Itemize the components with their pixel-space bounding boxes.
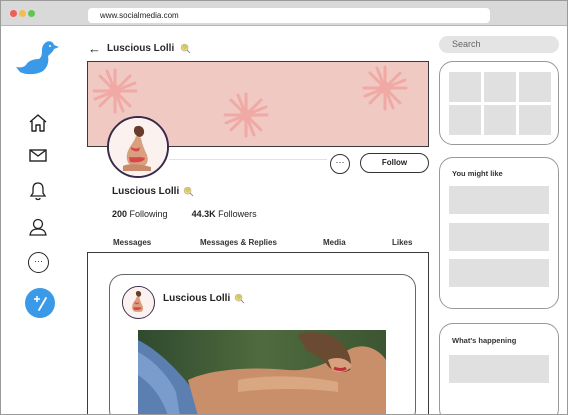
close-window-button[interactable] (10, 10, 17, 17)
media-grid-panel (439, 61, 559, 145)
browser-titlebar: www.socialmedia.com (1, 1, 567, 26)
post-author-avatar[interactable] (122, 286, 155, 319)
flower-decoration-icon (362, 65, 408, 111)
media-thumbnail[interactable] (519, 72, 551, 102)
avatar-illustration (123, 287, 153, 317)
left-navigation: ··· (1, 27, 76, 414)
bell-icon[interactable] (28, 181, 48, 201)
suggestion-item[interactable] (449, 259, 549, 287)
post-author-name[interactable]: Luscious Lolli (163, 293, 230, 304)
whats-happening-title: What's happening (452, 336, 517, 345)
profile-name-row: Luscious Lolli (112, 186, 194, 197)
following-label: Following (129, 209, 168, 219)
profile-tabs: Messages Messages & Replies Media Likes (113, 238, 413, 252)
lollipop-icon (235, 293, 245, 304)
compose-icon (34, 296, 47, 311)
whats-happening-panel: What's happening (439, 323, 559, 414)
flower-decoration-icon (223, 92, 269, 138)
trend-item[interactable] (449, 355, 549, 383)
profile-icon[interactable] (28, 217, 48, 237)
header-profile-name: Luscious Lolli (107, 42, 175, 54)
tab-messages[interactable]: Messages (113, 238, 151, 247)
post-illustration (138, 330, 386, 414)
tab-media[interactable]: Media (323, 238, 346, 247)
tab-likes[interactable]: Likes (392, 238, 412, 247)
lollipop-icon (181, 43, 191, 53)
media-thumbnail[interactable] (449, 72, 481, 102)
followers-count: 44.3K (191, 209, 216, 219)
you-might-like-panel: You might like (439, 157, 559, 309)
search-input[interactable]: Search (439, 36, 559, 53)
media-thumbnail[interactable] (484, 105, 516, 135)
profile-name: Luscious Lolli (112, 186, 180, 197)
compose-button[interactable] (25, 288, 55, 318)
duck-logo-icon[interactable] (15, 37, 59, 77)
profile-avatar[interactable] (107, 116, 169, 178)
mail-icon[interactable] (28, 145, 48, 165)
maximize-window-button[interactable] (28, 10, 35, 17)
browser-window: www.socialmedia.com ··· ← Luscious Lolli… (0, 0, 568, 415)
followers-label: Followers (218, 209, 257, 219)
back-arrow-icon[interactable]: ← (88, 41, 101, 56)
flower-decoration-icon (92, 68, 138, 114)
following-stat[interactable]: 200 Following (112, 209, 168, 219)
follow-button[interactable]: Follow (360, 153, 429, 173)
suggestion-item[interactable] (449, 223, 549, 251)
avatar-illustration (109, 118, 167, 176)
suggestion-item[interactable] (449, 186, 549, 214)
address-bar[interactable]: www.socialmedia.com (88, 8, 490, 23)
post-author-row: Luscious Lolli (163, 293, 245, 304)
divider (169, 159, 327, 160)
media-thumbnail[interactable] (449, 105, 481, 135)
tab-messages-replies[interactable]: Messages & Replies (200, 238, 277, 247)
you-might-like-title: You might like (452, 169, 503, 178)
more-icon[interactable]: ··· (28, 252, 49, 273)
profile-stats: 200 Following 44.3K Followers (112, 209, 257, 219)
media-thumbnail[interactable] (519, 105, 551, 135)
following-count: 200 (112, 209, 128, 219)
post-image[interactable] (138, 330, 386, 414)
lollipop-icon (184, 186, 194, 197)
profile-header: ← Luscious Lolli (88, 38, 191, 58)
profile-more-button[interactable]: ··· (330, 154, 350, 174)
minimize-window-button[interactable] (19, 10, 26, 17)
media-thumbnail[interactable] (484, 72, 516, 102)
followers-stat[interactable]: 44.3K Followers (192, 209, 257, 219)
home-icon[interactable] (28, 113, 48, 133)
